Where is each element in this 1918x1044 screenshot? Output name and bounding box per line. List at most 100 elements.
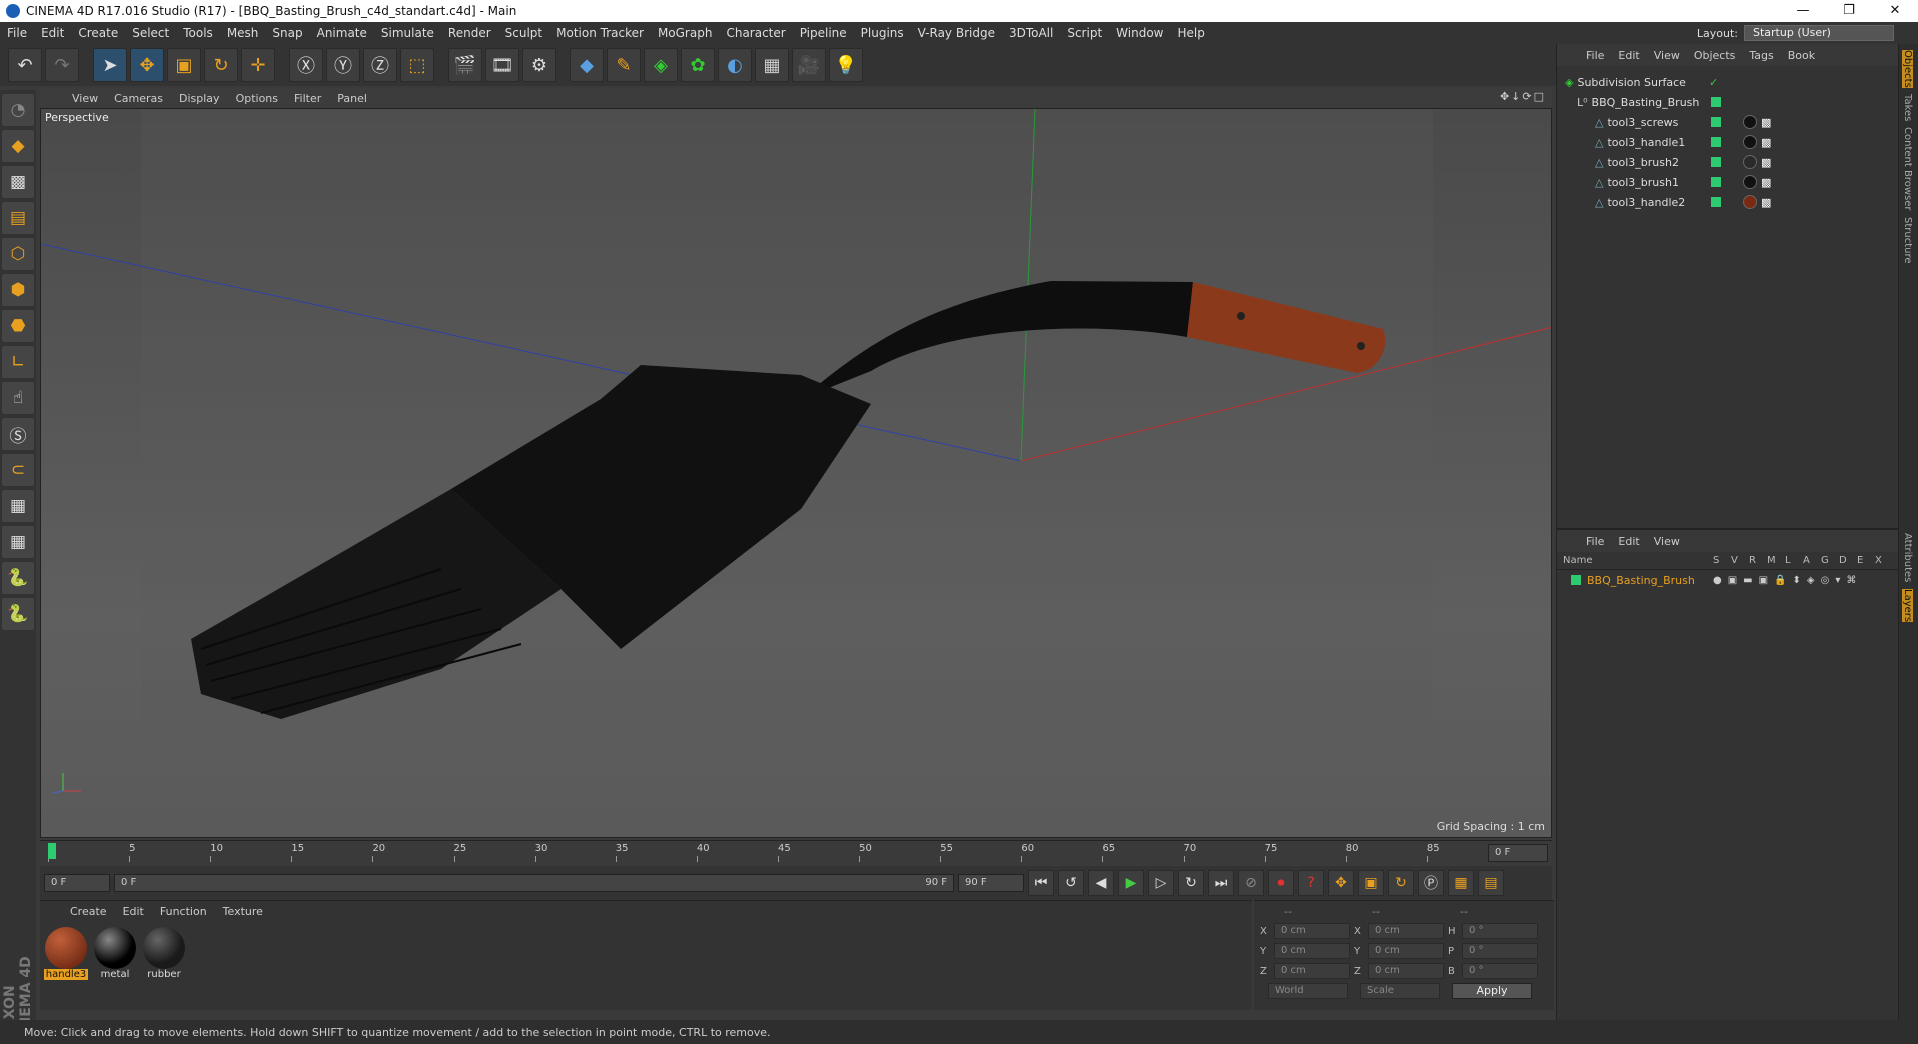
- viewport-menu-filter[interactable]: Filter: [286, 92, 329, 105]
- tweak-mode-icon[interactable]: ☝: [2, 382, 34, 414]
- apply-button[interactable]: Apply: [1452, 983, 1532, 999]
- tab-objects[interactable]: Objects: [1902, 50, 1913, 88]
- material-handle3[interactable]: handle3: [43, 927, 89, 980]
- layer-toggles-icon[interactable]: ●▣▬▣🔒⬍◈◎▾⌘: [1713, 575, 1862, 586]
- material-menu-create[interactable]: Create: [62, 905, 115, 918]
- menu-mograph[interactable]: MoGraph: [651, 26, 720, 40]
- menu-simulate[interactable]: Simulate: [374, 26, 441, 40]
- menu-edit[interactable]: Edit: [34, 26, 71, 40]
- material-tag-icon[interactable]: [1743, 135, 1757, 149]
- render-settings-icon[interactable]: ⚙: [522, 48, 556, 82]
- next-key-icon[interactable]: ↻: [1178, 870, 1204, 896]
- position-x-field[interactable]: 0 cm: [1274, 923, 1350, 939]
- material-tag-icon[interactable]: [1743, 115, 1757, 129]
- uvw-tag-icon[interactable]: ▩: [1761, 116, 1771, 129]
- key-pla-icon[interactable]: ▦: [1448, 870, 1474, 896]
- viewport-menu-cameras[interactable]: Cameras: [106, 92, 171, 105]
- snapping-icon[interactable]: Ⓢ: [2, 418, 34, 450]
- menu-file[interactable]: File: [0, 26, 34, 40]
- material-tag-icon[interactable]: [1743, 155, 1757, 169]
- object-row-tool3-brush2[interactable]: △ tool3_brush2 ▩: [1557, 152, 1898, 172]
- timeline-playhead[interactable]: [48, 843, 56, 859]
- coordinate-mode-dropdown[interactable]: World: [1268, 983, 1348, 999]
- perspective-viewport[interactable]: Perspective Grid Spacing : 1 cm: [40, 108, 1552, 838]
- frame-range-slider[interactable]: 0 F 90 F: [114, 874, 954, 892]
- menu-help[interactable]: Help: [1170, 26, 1211, 40]
- mograph-cloner-icon[interactable]: ✿: [681, 48, 715, 82]
- enabled-check-icon[interactable]: ✓: [1709, 76, 1718, 89]
- edges-mode-icon[interactable]: ⬢: [2, 274, 34, 306]
- uvw-tag-icon[interactable]: ▩: [1761, 156, 1771, 169]
- texture-mode-icon[interactable]: ▩: [2, 166, 34, 198]
- deformer-icon[interactable]: ◐: [718, 48, 752, 82]
- coordinate-system-icon[interactable]: ⬚: [400, 48, 434, 82]
- cube-object-icon[interactable]: ◆: [570, 48, 604, 82]
- layer-color-icon[interactable]: [1571, 575, 1581, 585]
- magnet-tool-icon[interactable]: ⊂: [2, 454, 34, 486]
- key-scale-icon[interactable]: ▣: [1358, 870, 1384, 896]
- floor-object-icon[interactable]: ▦: [755, 48, 789, 82]
- camera-object-icon[interactable]: 🎥: [792, 48, 826, 82]
- object-menu-view[interactable]: View: [1647, 49, 1687, 62]
- render-picture-viewer-icon[interactable]: 🎞: [485, 48, 519, 82]
- previous-frame-icon[interactable]: ◀: [1088, 870, 1114, 896]
- menu-mesh[interactable]: Mesh: [220, 26, 266, 40]
- layer-color-icon[interactable]: [1711, 197, 1721, 207]
- timeline-ruler[interactable]: 051015202530354045505560657075808590 0 F: [40, 840, 1552, 864]
- object-menu-objects[interactable]: Objects: [1687, 49, 1743, 62]
- material-tag-icon[interactable]: [1743, 175, 1757, 189]
- axis-mode-icon[interactable]: ∟: [2, 346, 34, 378]
- position-z-field[interactable]: 0 cm: [1274, 963, 1350, 979]
- viewport-menu-panel[interactable]: Panel: [329, 92, 375, 105]
- menu-select[interactable]: Select: [125, 26, 176, 40]
- menu-character[interactable]: Character: [719, 26, 792, 40]
- viewport-nav-icon[interactable]: ✥↓⟳□: [1500, 90, 1546, 103]
- maximize-button[interactable]: ❐: [1826, 0, 1872, 22]
- rotation-h-field[interactable]: 0 °: [1462, 923, 1538, 939]
- undo-button[interactable]: ↶: [8, 48, 42, 82]
- object-row-bbq-basting-brush[interactable]: L⁰ BBQ_Basting_Brush: [1557, 92, 1898, 112]
- make-editable-icon[interactable]: ◔: [2, 94, 34, 126]
- polygons-mode-icon[interactable]: ⬣: [2, 310, 34, 342]
- tab-structure[interactable]: Structure: [1902, 217, 1913, 264]
- layer-menu-view[interactable]: View: [1647, 535, 1687, 548]
- model-mode-icon[interactable]: ◆: [2, 130, 34, 162]
- layer-color-icon[interactable]: [1711, 157, 1721, 167]
- python-script-icon[interactable]: 🐍: [2, 562, 34, 594]
- object-menu-tags[interactable]: Tags: [1742, 49, 1780, 62]
- object-row-subdivision-surface[interactable]: ◈ Subdivision Surface ✓: [1557, 72, 1898, 92]
- timeline-window-icon[interactable]: ▤: [1478, 870, 1504, 896]
- layer-menu-edit[interactable]: Edit: [1611, 535, 1646, 548]
- size-z-field[interactable]: 0 cm: [1368, 963, 1444, 979]
- end-frame-field[interactable]: 90 F: [958, 874, 1024, 892]
- keyframe-selection-icon[interactable]: ⊘: [1238, 870, 1264, 896]
- material-menu-edit[interactable]: Edit: [115, 905, 152, 918]
- layer-color-icon[interactable]: [1711, 97, 1721, 107]
- scale-tool-icon[interactable]: ▣: [167, 48, 201, 82]
- rotate-tool-icon[interactable]: ↻: [204, 48, 238, 82]
- layer-row-bbq-basting-brush[interactable]: BBQ_Basting_Brush ●▣▬▣🔒⬍◈◎▾⌘: [1557, 570, 1898, 590]
- menu-motion-tracker[interactable]: Motion Tracker: [549, 26, 651, 40]
- previous-key-icon[interactable]: ↺: [1058, 870, 1084, 896]
- python-script-2-icon[interactable]: 🐍: [2, 598, 34, 630]
- menu-vray-bridge[interactable]: V-Ray Bridge: [911, 26, 1002, 40]
- menu-tools[interactable]: Tools: [176, 26, 220, 40]
- key-rotation-icon[interactable]: ↻: [1388, 870, 1414, 896]
- layout-dropdown[interactable]: Startup (User): [1744, 25, 1894, 41]
- object-row-tool3-handle2[interactable]: △ tool3_handle2 ▩: [1557, 192, 1898, 212]
- menu-3dtoall[interactable]: 3DToAll: [1002, 26, 1060, 40]
- minimize-button[interactable]: —: [1780, 0, 1826, 22]
- rotation-b-field[interactable]: 0 °: [1462, 963, 1538, 979]
- spline-pen-icon[interactable]: ✎: [607, 48, 641, 82]
- points-mode-icon[interactable]: ⬡: [2, 238, 34, 270]
- subdivision-surface-icon[interactable]: ◈: [644, 48, 678, 82]
- object-menu-book[interactable]: Book: [1781, 49, 1822, 62]
- tab-attributes[interactable]: Attributes: [1902, 533, 1913, 582]
- record-icon[interactable]: ⏺: [1268, 870, 1294, 896]
- render-view-icon[interactable]: 🎬: [448, 48, 482, 82]
- menu-animate[interactable]: Animate: [310, 26, 374, 40]
- menu-create[interactable]: Create: [71, 26, 125, 40]
- viewport-menu-options[interactable]: Options: [228, 92, 286, 105]
- layer-color-icon[interactable]: [1711, 177, 1721, 187]
- layout-selector[interactable]: Layout: Startup (User): [1697, 25, 1894, 41]
